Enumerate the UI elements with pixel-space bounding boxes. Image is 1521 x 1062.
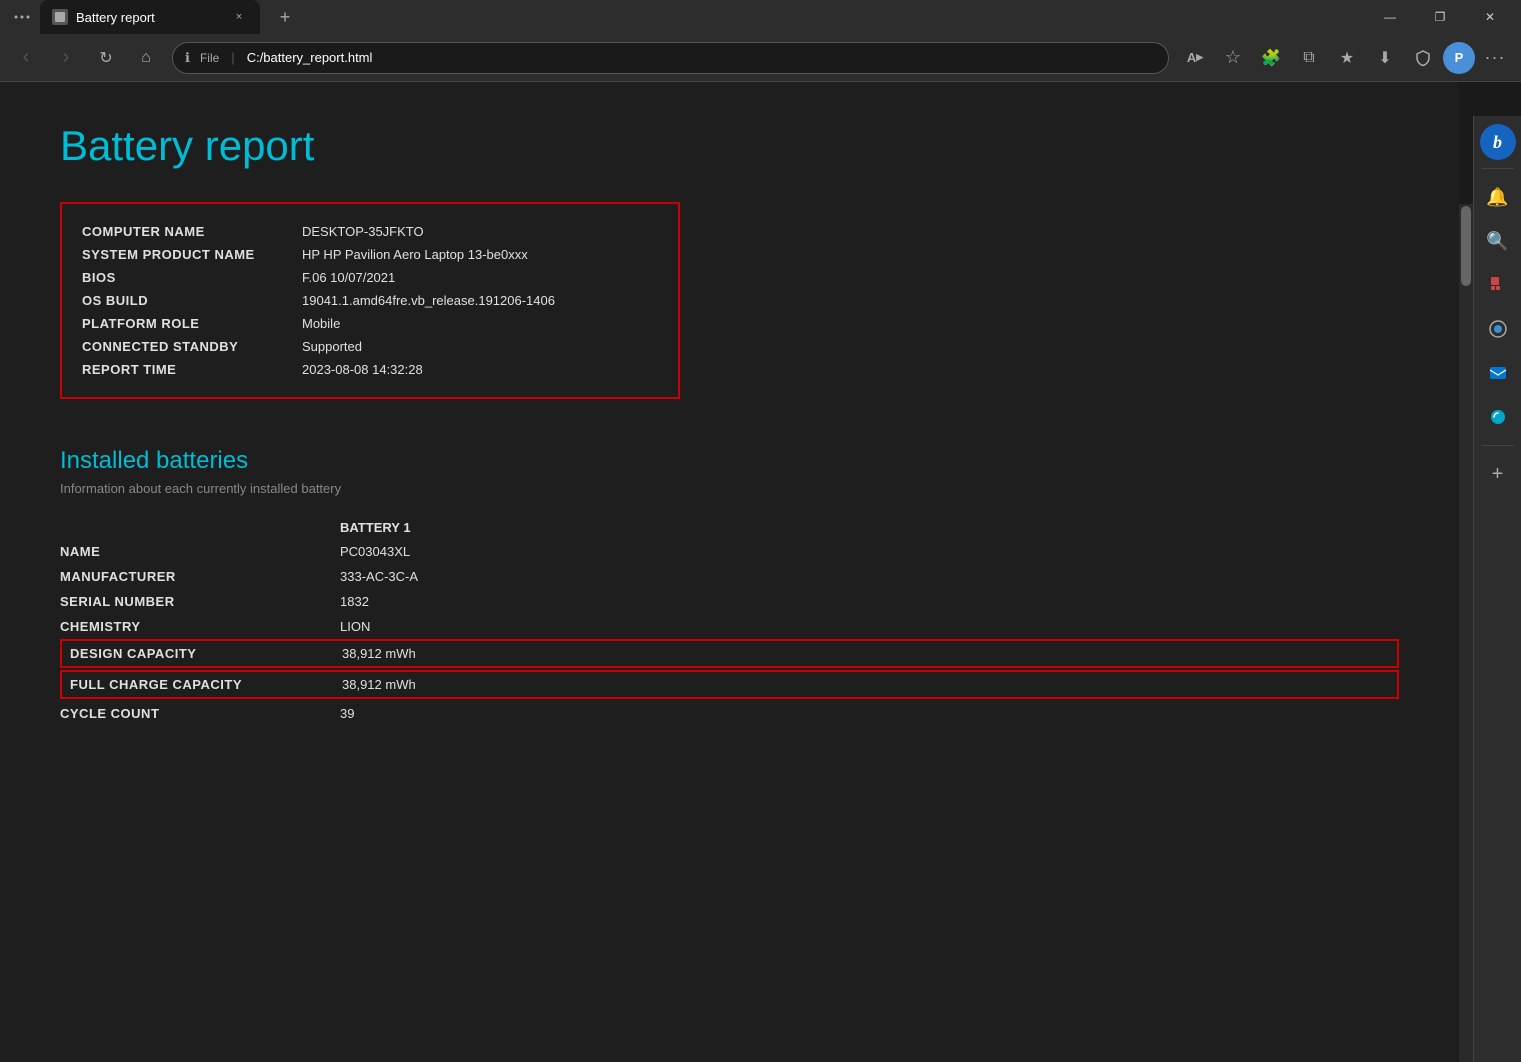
active-tab[interactable]: Battery report × [40,0,260,34]
battery-label-cycle-count: CYCLE COUNT [60,706,340,721]
favorites-list-button[interactable]: ★ [1329,40,1365,76]
battery-label-chemistry: CHEMISTRY [60,619,340,634]
sidebar-settings-icon[interactable] [1478,1052,1518,1062]
close-button[interactable]: ✕ [1467,0,1513,34]
info-label-platform-role: PLATFORM ROLE [82,316,302,331]
favorite-button[interactable]: ☆ [1215,40,1251,76]
shopping-icon[interactable] [1478,265,1518,305]
restore-button[interactable]: ❐ [1417,0,1463,34]
battery-value-manufacturer: 333-AC-3C-A [340,569,520,584]
section-subtitle-batteries: Information about each currently install… [60,481,1399,496]
downloads-button[interactable]: ⬇ [1367,40,1403,76]
info-value-bios: F.06 10/07/2021 [302,270,395,285]
info-row-platform-role: PLATFORM ROLE Mobile [82,312,658,335]
info-value-system-product: HP HP Pavilion Aero Laptop 13-be0xxx [302,247,528,262]
extensions-button[interactable]: 🧩 [1253,40,1289,76]
battery-value-serial: 1832 [340,594,520,609]
home-button[interactable]: ⌂ [128,40,164,76]
new-tab-button[interactable]: + [268,0,302,34]
info-label-computer-name: COMPUTER NAME [82,224,302,239]
nav-actions: A▶ ☆ 🧩 ⧉ ★ ⬇ P ··· [1177,40,1513,76]
browser-defender-button[interactable] [1405,40,1441,76]
info-value-os-build: 19041.1.amd64fre.vb_release.191206-1406 [302,293,555,308]
battery-row-serial: SERIAL NUMBER 1832 [60,589,1399,614]
info-label-system-product: SYSTEM PRODUCT NAME [82,247,302,262]
notification-icon[interactable]: 🔔 [1478,177,1518,217]
battery-value-cycle-count: 39 [340,706,520,721]
info-row-connected-standby: CONNECTED STANDBY Supported [82,335,658,358]
profile-avatar[interactable]: P [1443,42,1475,74]
installed-batteries-section: Installed batteries Information about ea… [60,447,1399,726]
battery-table: BATTERY 1 NAME PC03043XL MANUFACTURER 33… [60,520,1399,726]
collections-icon[interactable] [1478,309,1518,349]
tab-bar: Battery report × + [8,0,1361,34]
battery-value-name: PC03043XL [340,544,520,559]
tab-title: Battery report [76,10,155,25]
info-row-os-build: OS BUILD 19041.1.amd64fre.vb_release.191… [82,289,658,312]
info-label-report-time: REPORT TIME [82,362,302,377]
sidebar-divider-1 [1482,168,1514,169]
battery-value-chemistry: LION [340,619,520,634]
info-label-os-build: OS BUILD [82,293,302,308]
battery-row-design-capacity: DESIGN CAPACITY 38,912 mWh [60,639,1399,668]
battery-value-design-capacity: 38,912 mWh [342,646,514,661]
search-sidebar-icon[interactable]: 🔍 [1478,221,1518,261]
minimize-button[interactable]: — [1367,0,1413,34]
info-value-report-time: 2023-08-08 14:32:28 [302,362,423,377]
split-screen-button[interactable]: ⧉ [1291,40,1327,76]
battery-label-full-charge: FULL CHARGE CAPACITY [70,677,342,692]
read-aloud-button[interactable]: A▶ [1177,40,1213,76]
battery-row-chemistry: CHEMISTRY LION [60,614,1399,639]
tab-close-button[interactable]: × [230,8,248,26]
add-to-sidebar-button[interactable]: + [1478,454,1518,494]
info-row-computer-name: COMPUTER NAME DESKTOP-35JFKTO [82,220,658,243]
title-bar: Battery report × + — ❐ ✕ [0,0,1521,34]
nav-bar: ‹ › ↻ ⌂ ℹ File | C:/battery_report.html … [0,34,1521,82]
more-options-button[interactable]: ··· [1477,40,1513,76]
battery-label-name: NAME [60,544,340,559]
tab-favicon [52,9,68,25]
info-row-system-product: SYSTEM PRODUCT NAME HP HP Pavilion Aero … [82,243,658,266]
system-info-box: COMPUTER NAME DESKTOP-35JFKTO SYSTEM PRO… [60,202,680,399]
address-protocol: File [200,51,219,65]
battery-row-name: NAME PC03043XL [60,539,1399,564]
battery-row-full-charge: FULL CHARGE CAPACITY 38,912 mWh [60,670,1399,699]
address-bar[interactable]: ℹ File | C:/battery_report.html [172,42,1169,74]
sidebar-divider-2 [1482,445,1514,446]
battery-label-manufacturer: MANUFACTURER [60,569,340,584]
back-button[interactable]: ‹ [8,40,44,76]
info-value-computer-name: DESKTOP-35JFKTO [302,224,424,239]
battery-label-serial: SERIAL NUMBER [60,594,340,609]
scrollbar-thumb[interactable] [1461,206,1471,286]
info-row-report-time: REPORT TIME 2023-08-08 14:32:28 [82,358,658,381]
section-title-batteries: Installed batteries [60,447,1399,475]
battery-row-cycle-count: CYCLE COUNT 39 [60,701,1399,726]
address-path: C:/battery_report.html [247,50,373,65]
info-label-connected-standby: CONNECTED STANDBY [82,339,302,354]
right-sidebar: b 🔔 🔍 + [1473,116,1521,1062]
battery-header-row: BATTERY 1 [60,520,1399,535]
window-controls: — ❐ ✕ [1367,0,1513,34]
page-title: Battery report [60,122,1399,170]
info-label-bios: BIOS [82,270,302,285]
refresh-button[interactable]: ↻ [88,40,124,76]
browser-content: Battery report COMPUTER NAME DESKTOP-35J… [0,82,1459,1062]
battery-row-manufacturer: MANUFACTURER 333-AC-3C-A [60,564,1399,589]
scrollbar-track[interactable] [1459,204,1473,1062]
address-separator: | [231,50,234,65]
battery-header-spacer [60,520,340,535]
battery-column-header: BATTERY 1 [340,520,520,535]
info-value-connected-standby: Supported [302,339,362,354]
battery-label-design-capacity: DESIGN CAPACITY [70,646,342,661]
edge-copilot-icon[interactable] [1478,397,1518,437]
info-value-platform-role: Mobile [302,316,340,331]
outlook-icon[interactable] [1478,353,1518,393]
bing-button[interactable]: b [1480,124,1516,160]
info-row-bios: BIOS F.06 10/07/2021 [82,266,658,289]
browser-menu-button[interactable] [8,3,36,31]
forward-button[interactable]: › [48,40,84,76]
battery-value-full-charge: 38,912 mWh [342,677,514,692]
